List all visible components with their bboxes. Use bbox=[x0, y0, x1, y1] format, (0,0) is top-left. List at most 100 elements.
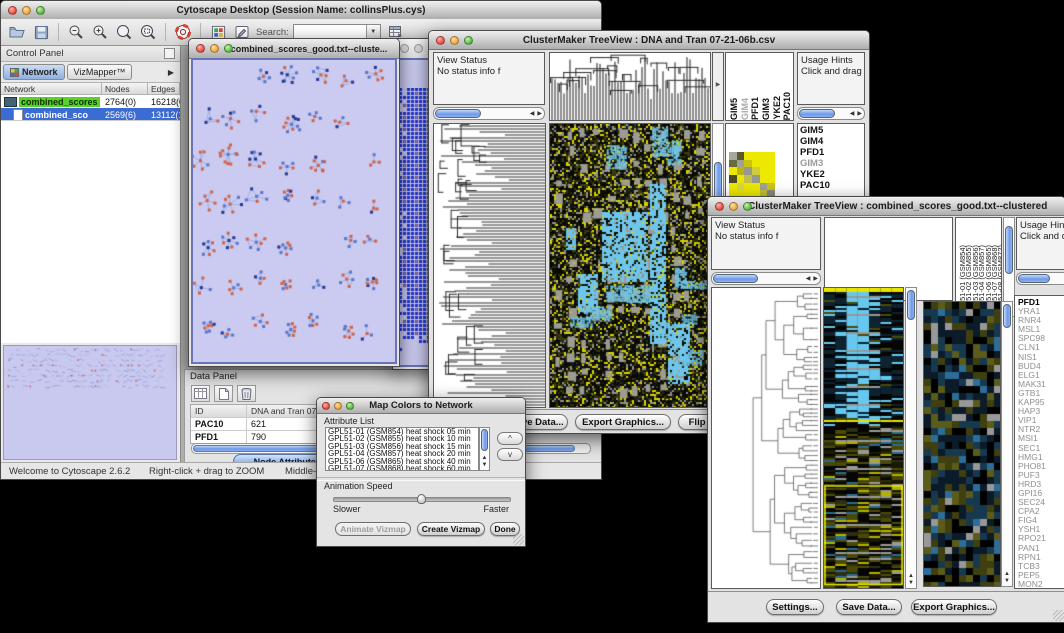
zoom-expression-heatmap[interactable] bbox=[924, 302, 1000, 586]
treeview2-titlebar[interactable]: ClusterMaker TreeView : combined_scores_… bbox=[708, 197, 1064, 216]
hints-hscrollbar[interactable] bbox=[1016, 272, 1064, 285]
scrollbar-thumb[interactable] bbox=[481, 429, 488, 451]
minimize-button[interactable] bbox=[729, 202, 738, 211]
zoom-button[interactable] bbox=[36, 6, 45, 15]
zoom-heatmap-panel[interactable] bbox=[923, 301, 1001, 587]
create-vizmap-button[interactable]: Create Vizmap bbox=[417, 522, 485, 536]
slider-thumb[interactable] bbox=[417, 494, 426, 504]
scrollbar-arrows[interactable]: ◀▶ bbox=[806, 273, 818, 284]
resize-grip[interactable] bbox=[1053, 610, 1064, 621]
animate-vizmap-button[interactable]: Animate Vizmap bbox=[335, 522, 411, 536]
scrollbar-thumb[interactable] bbox=[1018, 274, 1050, 283]
close-button[interactable] bbox=[196, 44, 205, 53]
matrix-cell bbox=[744, 160, 752, 168]
scrollbar-arrows[interactable]: ▲▼ bbox=[906, 573, 916, 587]
matrix-cell bbox=[729, 175, 737, 183]
zoom-button[interactable] bbox=[346, 402, 354, 410]
zoom-button[interactable] bbox=[464, 36, 473, 45]
attribute-list[interactable]: GPL51-01 (GSM854) heat shock 05 minGPL51… bbox=[325, 427, 479, 471]
zoom-vscrollbar[interactable]: ▲▼ bbox=[1001, 301, 1013, 587]
network1-titlebar[interactable]: combined_scores_good.txt--cluste... bbox=[189, 39, 399, 59]
zoom-button[interactable] bbox=[224, 44, 233, 53]
settings-button[interactable]: Settings... bbox=[766, 599, 824, 615]
scrollbar-thumb[interactable] bbox=[435, 109, 481, 118]
zoom-in-button[interactable] bbox=[90, 22, 110, 42]
global-heatmap-panel[interactable] bbox=[823, 287, 904, 589]
float-panel-icon[interactable] bbox=[164, 48, 175, 59]
zoom-matrix[interactable] bbox=[729, 152, 775, 198]
scrollbar-thumb[interactable] bbox=[1003, 304, 1011, 328]
close-button[interactable] bbox=[715, 202, 724, 211]
status-hscrollbar[interactable]: ◀▶ bbox=[711, 272, 821, 285]
close-button[interactable] bbox=[322, 402, 330, 410]
open-session-button[interactable] bbox=[7, 22, 27, 42]
scrollbar-thumb[interactable] bbox=[907, 290, 915, 320]
network-overview-thumbnail[interactable] bbox=[4, 346, 175, 394]
animation-speed-slider[interactable] bbox=[333, 497, 511, 502]
minimize-button[interactable] bbox=[210, 44, 219, 53]
network-graph[interactable] bbox=[193, 60, 393, 360]
move-down-button[interactable]: v bbox=[497, 448, 523, 461]
status-hint-zoom: Right-click + drag to ZOOM bbox=[149, 466, 264, 477]
close-button[interactable] bbox=[400, 44, 409, 53]
dialog-titlebar[interactable]: Map Colors to Network bbox=[317, 398, 525, 414]
move-up-button[interactable]: ^ bbox=[497, 432, 523, 445]
row-dendrogram[interactable] bbox=[434, 124, 545, 407]
scrollbar-arrows[interactable]: ◀▶ bbox=[850, 108, 862, 119]
save-session-button[interactable] bbox=[31, 22, 51, 42]
scrollbar-arrows[interactable]: ▲▼ bbox=[480, 455, 489, 469]
export-graphics-button[interactable]: Export Graphics... bbox=[575, 414, 671, 430]
matrix-cell bbox=[737, 167, 745, 175]
more-tabs-arrow[interactable]: ▶ bbox=[164, 68, 178, 77]
window-controls bbox=[196, 44, 233, 53]
minimize-button[interactable] bbox=[334, 402, 342, 410]
minimize-button[interactable] bbox=[414, 44, 423, 53]
attribute-list-vscrollbar[interactable]: ▲▼ bbox=[479, 427, 490, 471]
resize-grip[interactable] bbox=[513, 534, 524, 545]
global-expression-heatmap[interactable] bbox=[824, 288, 903, 588]
zoom-out-icon bbox=[68, 24, 84, 40]
delete-attribute-button[interactable] bbox=[237, 385, 256, 402]
zoom-fit-button[interactable] bbox=[114, 22, 134, 42]
scrollbar-arrows[interactable]: ◀▶ bbox=[530, 108, 542, 119]
zoom-out-button[interactable] bbox=[66, 22, 86, 42]
close-button[interactable] bbox=[436, 36, 445, 45]
expression-heatmap[interactable] bbox=[550, 124, 710, 407]
minimize-button[interactable] bbox=[450, 36, 459, 45]
zoom-selected-button[interactable] bbox=[138, 22, 158, 42]
row-dendrogram-panel[interactable] bbox=[433, 123, 546, 408]
export-graphics-button[interactable]: Export Graphics... bbox=[911, 599, 997, 615]
scrollbar-thumb[interactable] bbox=[713, 274, 758, 283]
global-vscrollbar[interactable]: ▲▼ bbox=[905, 287, 917, 589]
treeview2-button-bar: Settings... Save Data... Export Graphics… bbox=[708, 591, 1064, 622]
main-titlebar[interactable]: Cytoscape Desktop (Session Name: collins… bbox=[1, 1, 601, 20]
attribute-list-item[interactable]: GPL51-07 (GSM868) heat shock 60 min bbox=[328, 465, 478, 471]
scrollbar-arrows[interactable]: ▲▼ bbox=[1002, 571, 1012, 585]
scrollbar-thumb[interactable] bbox=[799, 109, 835, 118]
tab-vizmapper[interactable]: VizMapper™ bbox=[67, 64, 133, 80]
close-button[interactable] bbox=[8, 6, 17, 15]
scrollbar-thumb[interactable] bbox=[1005, 226, 1013, 274]
network-row-combined-scores[interactable]: combined_scores 2764(0) 16218(0) bbox=[1, 95, 180, 108]
hints-hscrollbar[interactable]: ◀▶ bbox=[797, 107, 865, 120]
gene-label: GIM3 bbox=[800, 158, 862, 169]
column-dendrogram[interactable] bbox=[550, 53, 710, 120]
faster-label: Faster bbox=[483, 504, 509, 514]
network-overview-panel[interactable] bbox=[3, 345, 177, 460]
create-attribute-button[interactable] bbox=[214, 385, 233, 402]
matrix-cell bbox=[752, 175, 760, 183]
save-data-button[interactable]: Save Data... bbox=[836, 599, 902, 615]
minimize-button[interactable] bbox=[22, 6, 31, 15]
row-dendrogram[interactable] bbox=[712, 288, 820, 588]
pane-divider[interactable]: ▶ bbox=[712, 52, 724, 121]
column-dendrogram-panel[interactable] bbox=[549, 52, 711, 121]
row-dendrogram-panel[interactable] bbox=[711, 287, 821, 589]
status-hscrollbar[interactable]: ◀▶ bbox=[433, 107, 545, 120]
heatmap-panel[interactable] bbox=[549, 123, 711, 408]
network1-canvas[interactable] bbox=[191, 58, 397, 364]
tab-network[interactable]: Network bbox=[3, 64, 65, 80]
zoom-button[interactable] bbox=[743, 202, 752, 211]
column-label: GIM4 bbox=[740, 98, 751, 120]
treeview1-titlebar[interactable]: ClusterMaker TreeView : DNA and Tran 07-… bbox=[429, 31, 869, 50]
select-attributes-button[interactable] bbox=[191, 385, 210, 402]
